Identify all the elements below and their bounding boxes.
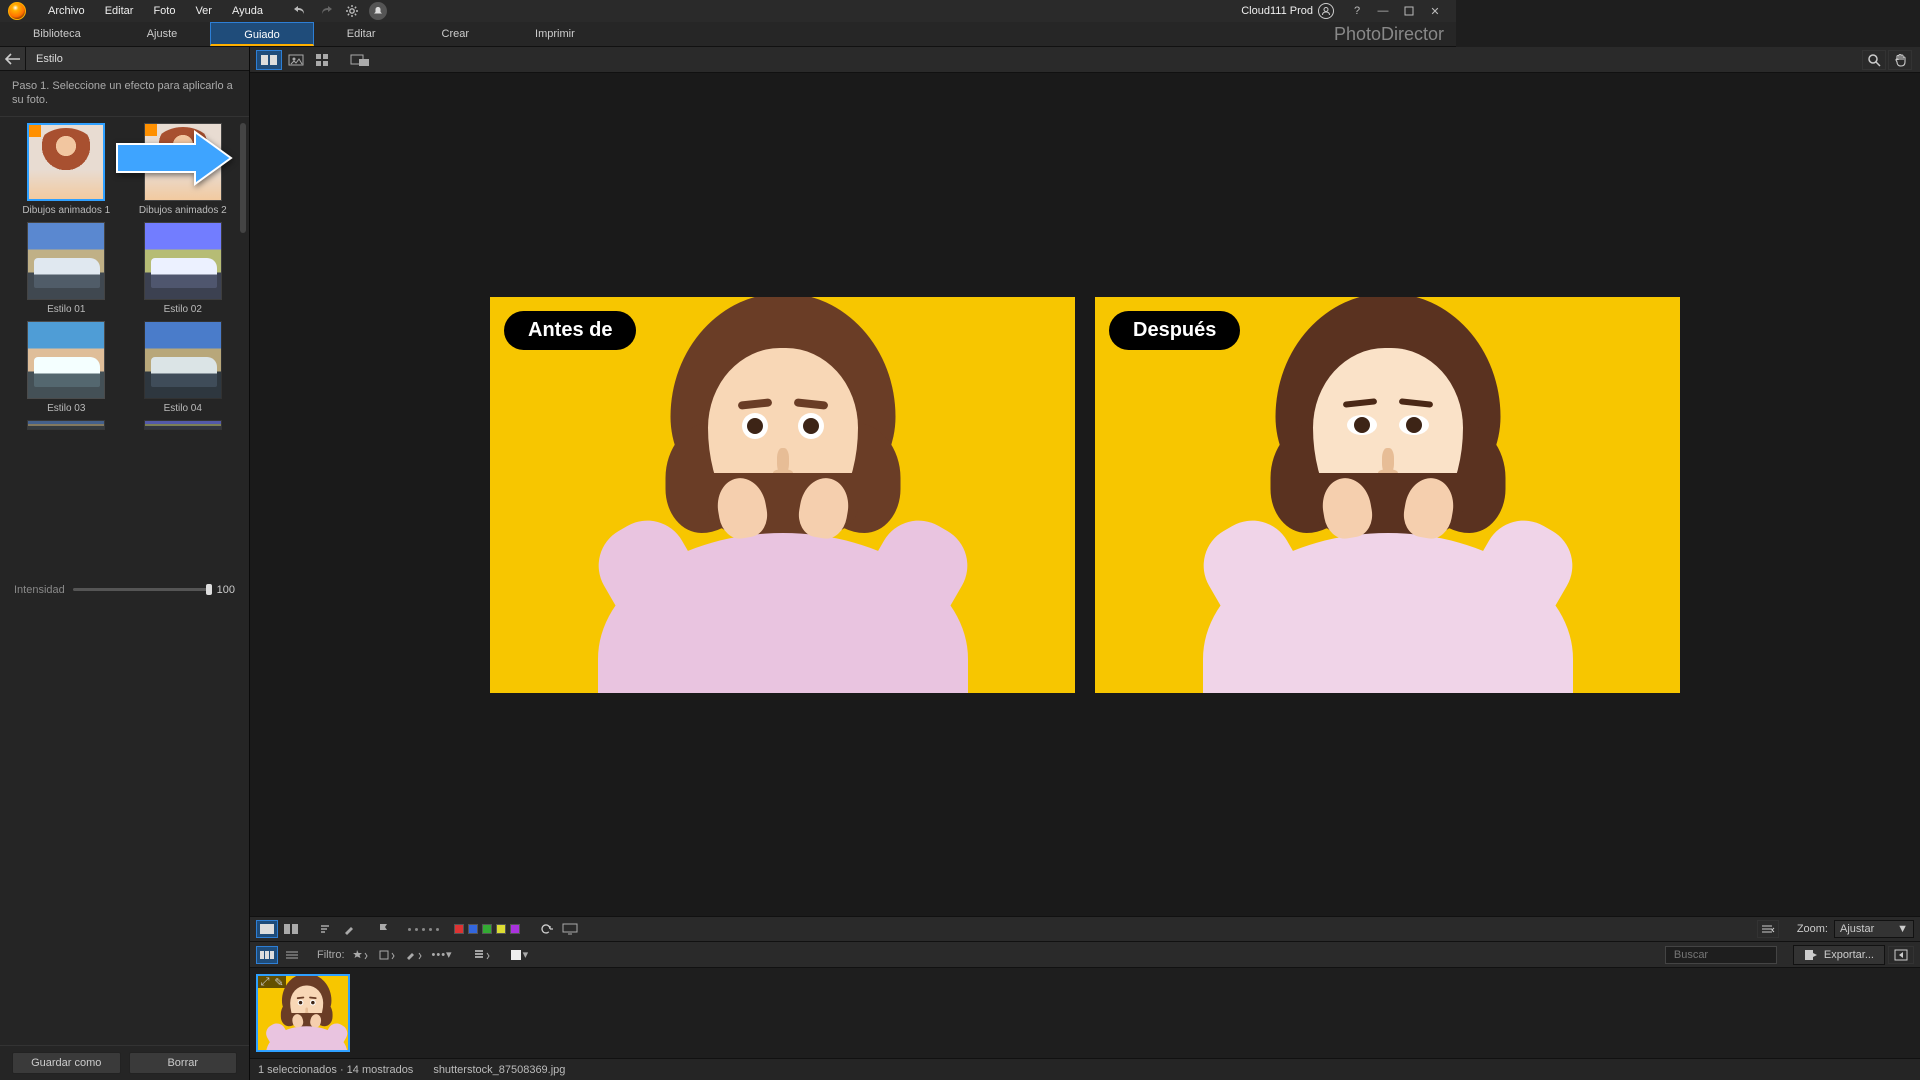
filmstrip-filter-bar: Filtro: •••▾ ▾ ✕ Exportar...	[250, 942, 1920, 968]
thumb-size-b-icon[interactable]	[281, 946, 303, 964]
style-preset[interactable]: Estilo 01	[14, 222, 119, 315]
guide-arrow-icon	[115, 130, 233, 186]
flag-icon[interactable]	[372, 920, 394, 938]
brand-label: PhotoDirector	[1334, 22, 1456, 46]
filename-status: shutterstock_87508369.jpg	[433, 1064, 565, 1076]
pan-tool-icon[interactable]	[1888, 50, 1912, 70]
guided-sidebar: Estilo Paso 1. Seleccione un efecto para…	[0, 47, 250, 1080]
step-instruction: Paso 1. Seleccione un efecto para aplica…	[0, 71, 249, 117]
color-label-purple[interactable]	[510, 924, 520, 934]
zoom-dropdown[interactable]: Ajustar▼	[1834, 920, 1914, 938]
mode-adjust[interactable]: Ajuste	[114, 22, 211, 46]
color-swatch-icon[interactable]: ▾	[508, 946, 532, 964]
after-panel: Después	[1095, 297, 1680, 693]
filmstrip-tray[interactable]: ⤢ ✎	[250, 968, 1920, 1058]
sidebar-scrollbar[interactable]	[240, 123, 246, 233]
menu-file[interactable]: Archivo	[38, 0, 95, 22]
style-preset[interactable]: Estilo 02	[131, 222, 236, 315]
style-preset[interactable]	[14, 420, 119, 430]
strip-view-b-icon[interactable]	[280, 920, 302, 938]
brush-icon[interactable]	[338, 920, 360, 938]
search-input[interactable]: ✕	[1665, 946, 1777, 964]
viewer-toolbar	[250, 47, 1920, 73]
maximize-window-icon[interactable]	[1400, 2, 1418, 20]
strip-view-a-icon[interactable]	[256, 920, 278, 938]
premium-badge-icon	[28, 124, 41, 137]
style-preset[interactable]: Dibujos animados 1	[14, 123, 119, 216]
menu-photo[interactable]: Foto	[143, 0, 185, 22]
zoom-tool-icon[interactable]	[1862, 50, 1886, 70]
style-preset[interactable]	[131, 420, 236, 430]
help-icon[interactable]: ?	[1348, 2, 1366, 20]
main-area: Antes de Después	[250, 47, 1920, 1080]
style-preset[interactable]: Estilo 04	[131, 321, 236, 414]
sort-icon[interactable]	[314, 920, 336, 938]
mode-create[interactable]: Crear	[409, 22, 503, 46]
close-window-icon[interactable]: ✕	[1426, 2, 1444, 20]
rotate-icon[interactable]	[535, 920, 557, 938]
undo-icon[interactable]	[291, 2, 309, 20]
view-grid-icon[interactable]	[310, 50, 334, 70]
save-as-button[interactable]: Guardar como	[12, 1052, 121, 1074]
view-secondary-icon[interactable]	[346, 50, 374, 70]
filter-label: Filtro:	[317, 949, 345, 961]
filter-more-icon[interactable]: •••▾	[429, 946, 456, 964]
stack-icon[interactable]	[470, 946, 494, 964]
color-label-green[interactable]	[482, 924, 492, 934]
status-bar: 1 seleccionados · 14 mostrados shutterst…	[250, 1058, 1920, 1080]
view-compare-icon[interactable]	[256, 50, 282, 70]
mode-tabs: Biblioteca Ajuste Guiado Editar Crear Im…	[0, 22, 1456, 47]
chevron-down-icon: ▼	[1897, 923, 1908, 935]
rating-dots[interactable]	[404, 928, 443, 931]
menu-bar: Archivo Editar Foto Ver Ayuda Cloud111 P…	[0, 0, 1456, 22]
color-label-yellow[interactable]	[496, 924, 506, 934]
user-account[interactable]: Cloud111 Prod	[1241, 3, 1334, 19]
mode-edit[interactable]: Editar	[314, 22, 409, 46]
before-panel: Antes de	[490, 297, 1075, 693]
redo-icon[interactable]	[317, 2, 335, 20]
export-icon	[1804, 949, 1818, 961]
filmstrip-view-bar: Zoom: Ajustar▼	[250, 916, 1920, 942]
mode-library[interactable]: Biblioteca	[0, 22, 114, 46]
menu-edit[interactable]: Editar	[95, 0, 144, 22]
thumb-size-a-icon[interactable]	[256, 946, 278, 964]
filter-rating-icon[interactable]	[348, 946, 372, 964]
view-single-icon[interactable]	[284, 50, 308, 70]
filmstrip-thumbnail[interactable]: ⤢ ✎	[256, 974, 350, 1052]
settings-gear-icon[interactable]	[343, 2, 361, 20]
color-label-blue[interactable]	[468, 924, 478, 934]
minimize-window-icon[interactable]: —	[1374, 2, 1392, 20]
intensity-slider[interactable]: Intensidad 100	[0, 580, 249, 600]
list-toggle-icon[interactable]	[1757, 920, 1779, 938]
mode-print[interactable]: Imprimir	[502, 22, 608, 46]
clear-button[interactable]: Borrar	[129, 1052, 238, 1074]
mode-guided[interactable]: Guiado	[210, 22, 313, 46]
sidebar-back-button[interactable]	[0, 47, 26, 71]
menu-help[interactable]: Ayuda	[222, 0, 273, 22]
notifications-icon[interactable]	[369, 2, 387, 20]
compare-canvas: Antes de Después	[250, 73, 1920, 916]
screen-icon[interactable]	[559, 920, 581, 938]
app-logo-icon	[8, 2, 26, 20]
zoom-label: Zoom:	[1797, 923, 1828, 935]
sidebar-title: Estilo	[26, 53, 63, 65]
filter-edit-icon[interactable]	[402, 946, 426, 964]
user-name: Cloud111 Prod	[1241, 5, 1313, 17]
menu-view[interactable]: Ver	[185, 0, 222, 22]
filter-label-icon[interactable]	[375, 946, 399, 964]
color-label-red[interactable]	[454, 924, 464, 934]
share-icon[interactable]	[1888, 946, 1914, 964]
style-preset[interactable]: Estilo 03	[14, 321, 119, 414]
user-avatar-icon	[1318, 3, 1334, 19]
export-button[interactable]: Exportar...	[1793, 945, 1885, 965]
selection-status: 1 seleccionados · 14 mostrados	[258, 1064, 413, 1076]
